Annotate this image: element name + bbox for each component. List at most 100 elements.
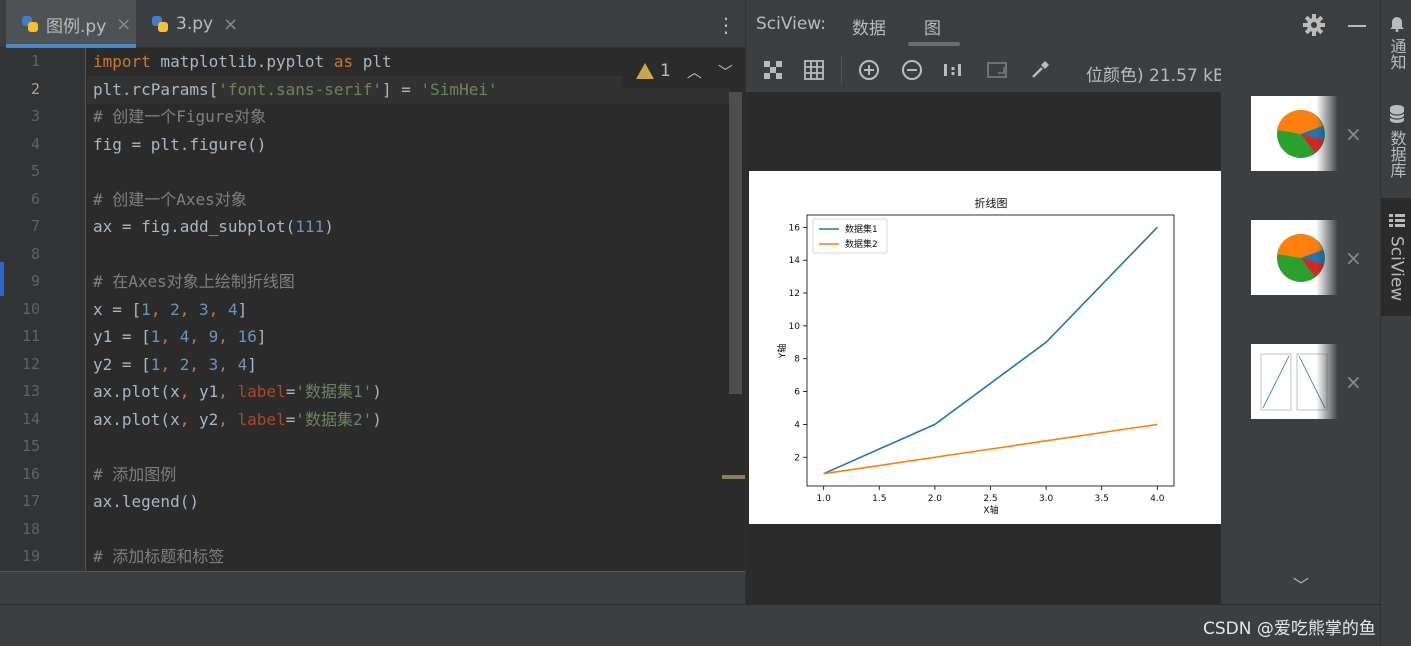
figure-canvas: 折线图 1.0 1.5 2.0 2.5 3.0 3.5 4.0 2 4 6 8 10 12 14 16 X… (749, 171, 1221, 524)
close-icon[interactable]: × (1345, 122, 1362, 146)
y-tick-label: 2 (794, 453, 800, 463)
more-options-icon[interactable]: ⋮ (716, 14, 736, 36)
plot-viewer[interactable]: 折线图 1.0 1.5 2.0 2.5 3.0 3.5 4.0 2 4 6 8 10 12 14 16 X… (746, 92, 1221, 604)
code-line[interactable]: ax = fig.add_subplot(111) (93, 213, 334, 241)
code-area[interactable]: import matplotlib.pyplot as plt plt.rcPa… (87, 48, 727, 571)
thumbnail-lines[interactable] (1251, 344, 1338, 419)
tab-legend-py[interactable]: 图例.py × (6, 0, 136, 48)
code-line[interactable]: # 创建一个Figure对象 (93, 103, 266, 131)
thumbnail-pie-1[interactable] (1251, 96, 1338, 171)
code-line[interactable]: plt.rcParams['font.sans-serif'] = 'SimHe… (93, 76, 498, 104)
code-line[interactable]: # 添加图例 (93, 461, 176, 489)
series-line-1 (823, 226, 1158, 475)
line-number: 8 (30, 244, 40, 263)
tab-3-py[interactable]: 3.py × (136, 0, 246, 48)
color-picker-icon[interactable] (1029, 59, 1051, 81)
tab-data[interactable]: 数据 (852, 14, 886, 39)
code-line[interactable]: # 在Axes对象上绘制折线图 (93, 268, 295, 296)
line-number: 18 (21, 519, 40, 538)
code-line[interactable]: ax.plot(x, y1, label='数据集1') (93, 378, 382, 406)
chevron-up-icon[interactable]: ︿ (687, 61, 702, 82)
fit-to-screen-icon[interactable] (762, 59, 784, 81)
code-line[interactable]: ax.legend() (93, 488, 199, 516)
line-chart: 折线图 1.0 1.5 2.0 2.5 3.0 3.5 4.0 2 4 6 8 10 12 14 16 X… (776, 196, 1175, 516)
line-number: 6 (30, 189, 40, 208)
line-number: 9 (30, 272, 40, 290)
close-icon[interactable]: × (223, 14, 238, 35)
thumbnail-fade (1316, 96, 1338, 171)
status-bar (0, 604, 1380, 646)
tab-label: 3.py (176, 14, 214, 34)
code-line[interactable]: # 添加标题和标签 (93, 543, 224, 571)
y-tick-label: 6 (794, 388, 800, 398)
python-file-icon (152, 16, 168, 32)
line-number: 2 (30, 79, 40, 98)
notifications-tool[interactable]: 通知 (1381, 14, 1411, 70)
x-axis-label: X轴 (983, 504, 998, 516)
gear-icon[interactable] (1303, 14, 1325, 36)
close-icon[interactable]: × (116, 14, 131, 35)
x-axis: 1.0 1.5 2.0 2.5 3.0 3.5 4.0 (817, 486, 1165, 504)
y-tick-label: 12 (789, 289, 800, 299)
tool-label: 通知 (1387, 38, 1407, 70)
thumbnail-fade (1316, 220, 1338, 295)
plot-frame (806, 214, 1175, 487)
code-line[interactable]: x = [1, 2, 3, 4] (93, 296, 247, 324)
right-tool-strip: 通知 数据库 SciView (1380, 0, 1411, 646)
chevron-down-icon[interactable]: ﹀ (718, 61, 733, 82)
line-number: 7 (30, 217, 40, 235)
close-icon[interactable]: × (1345, 246, 1362, 270)
tab-plots[interactable]: 图 (924, 14, 941, 39)
line-number: 13 (21, 382, 40, 400)
plot-thumbnails: × × × ﹀ (1221, 48, 1381, 604)
code-line[interactable]: y2 = [1, 2, 3, 4] (93, 351, 257, 379)
sciview-tool[interactable]: SciView (1381, 198, 1411, 316)
line-number: 11 (21, 327, 40, 345)
y-axis-label: Y轴 (776, 344, 788, 360)
line-number: 14 (21, 409, 40, 428)
actual-size-icon[interactable] (942, 59, 964, 81)
chevron-down-icon[interactable]: ﹀ (1293, 572, 1309, 596)
x-tick-label: 1.5 (872, 494, 886, 504)
editor-scrollbar[interactable] (729, 92, 742, 394)
line-number: 16 (21, 464, 40, 483)
plot-toolbar: 位颜色) 21.57 kB (746, 48, 1225, 92)
chart-title: 折线图 (975, 196, 1008, 210)
tab-label: 图例.py (46, 16, 107, 37)
code-line[interactable]: ax.plot(x, y2, label='数据集2') (93, 406, 382, 434)
zoom-in-icon[interactable] (858, 59, 880, 81)
grid-icon (1388, 214, 1405, 227)
code-line[interactable]: import matplotlib.pyplot as plt (93, 48, 392, 76)
warning-icon (636, 63, 654, 79)
y-tick-label: 10 (789, 322, 801, 332)
tool-label: 数据库 (1387, 130, 1407, 178)
series-lines (823, 226, 1158, 475)
line-number: 4 (30, 134, 40, 153)
y-tick-label: 4 (794, 420, 800, 430)
close-icon[interactable]: × (1345, 370, 1362, 394)
x-tick-label: 3.5 (1095, 494, 1109, 504)
database-tool[interactable]: 数据库 (1381, 104, 1411, 178)
y-tick-label: 14 (789, 256, 801, 266)
line-number: 1 (30, 52, 40, 70)
y-tick-label: 16 (789, 223, 801, 233)
code-line[interactable]: fig = plt.figure() (93, 131, 266, 159)
background-icon[interactable] (986, 59, 1008, 81)
zoom-out-icon[interactable] (901, 59, 923, 81)
inspection-widget[interactable]: 1 ︿ ﹀ (622, 54, 742, 88)
editor-bottom-panel (0, 571, 745, 604)
code-line[interactable]: # 创建一个Axes对象 (93, 186, 247, 214)
grid-icon[interactable] (803, 59, 825, 81)
legend-label: 数据集1 (845, 223, 878, 235)
line-number: 15 (21, 437, 40, 455)
line-number: 19 (21, 547, 40, 565)
y-tick-label: 8 (794, 355, 800, 365)
code-line[interactable]: y1 = [1, 4, 9, 16] (93, 323, 266, 351)
minimize-icon[interactable] (1348, 25, 1366, 27)
thumbnail-fade (1316, 344, 1338, 419)
line-number: 12 (21, 354, 40, 373)
tool-label: SciView (1386, 236, 1407, 302)
thumbnail-pie-2[interactable] (1251, 220, 1338, 295)
scrollbar-marker (722, 475, 745, 479)
x-tick-label: 1.0 (817, 494, 832, 504)
